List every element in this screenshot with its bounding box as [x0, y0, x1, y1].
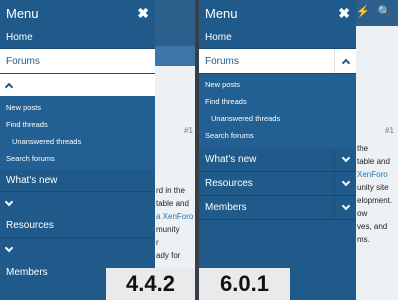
menu-item-label: Home	[205, 31, 232, 43]
post-line: ow	[357, 209, 368, 218]
submenu-item-unanswered-threads[interactable]: Unanswered threads	[0, 133, 155, 150]
chevron-up-icon	[4, 82, 14, 91]
post-number: #1	[385, 126, 394, 135]
submenu-item-search-forums[interactable]: Search forums	[0, 150, 155, 167]
menu-header: Menu ✖	[199, 0, 356, 26]
version-badge-442: 4.4.2	[106, 268, 195, 300]
post-line: table and	[156, 199, 189, 208]
menu-item-home[interactable]: Home	[199, 26, 356, 49]
post-line: elopment.	[357, 196, 393, 205]
menu-item-label: Members	[205, 202, 247, 213]
submenu-item-find-threads[interactable]: Find threads	[199, 93, 356, 110]
forums-collapse-toggle[interactable]	[0, 74, 155, 96]
background-post-text: the table and XenForo unity site elopmen…	[357, 142, 398, 246]
chevron-down-icon	[341, 177, 350, 187]
search-icon[interactable]: 🔍	[378, 5, 392, 18]
post-link[interactable]: XenForo	[357, 168, 398, 181]
submenu-item-search-forums[interactable]: Search forums	[199, 127, 356, 144]
submenu-item-unanswered-threads[interactable]: Unanswered threads	[199, 110, 356, 127]
menu-item-resources[interactable]: Resources	[0, 214, 155, 238]
menu-item-label: Forums	[205, 55, 239, 67]
menu-title: Menu	[6, 5, 39, 21]
post-line: munity	[156, 225, 180, 234]
menu-header: Menu ✖	[0, 0, 155, 26]
menu-item-label: What's new	[205, 154, 257, 165]
menu-item-label: Resources	[205, 178, 253, 189]
menu-item-label: Forums	[6, 55, 40, 67]
version-badge-601: 6.0.1	[199, 268, 290, 300]
menu-item-whats-new[interactable]: What's new	[0, 170, 155, 192]
chevron-down-icon	[4, 243, 14, 252]
post-link[interactable]: a XenForo	[156, 210, 195, 223]
post-line: rd in the	[156, 186, 185, 195]
menu-item-resources[interactable]: Resources	[199, 172, 356, 196]
forums-collapse-toggle[interactable]	[334, 49, 356, 73]
offcanvas-menu-442: Menu ✖ Home Forums New posts Find thread…	[0, 0, 155, 300]
menu-item-members[interactable]: Members	[199, 196, 356, 220]
menu-item-label: Members	[6, 266, 48, 278]
post-line: the	[357, 144, 369, 153]
close-icon[interactable]: ✖	[137, 5, 149, 22]
post-line: table and	[357, 157, 390, 166]
post-number: #1	[184, 126, 193, 135]
whats-new-expand-toggle[interactable]	[0, 192, 155, 214]
background-post-text: rd in the table and a XenForo munity r a…	[156, 184, 195, 262]
menu-title: Menu	[205, 5, 238, 21]
menu-item-label: What's new	[6, 175, 58, 186]
resources-expand-toggle[interactable]	[334, 172, 356, 195]
post-line: ady for	[156, 251, 181, 260]
menu-item-label: Resources	[6, 220, 54, 231]
submenu-item-new-posts[interactable]: New posts	[199, 76, 356, 93]
members-expand-toggle[interactable]	[334, 196, 356, 219]
whats-new-expand-toggle[interactable]	[334, 148, 356, 171]
menu-item-whats-new[interactable]: What's new	[199, 148, 356, 172]
forums-submenu: New posts Find threads Unanswered thread…	[0, 96, 155, 170]
chevron-up-icon	[341, 58, 350, 67]
close-icon[interactable]: ✖	[338, 5, 350, 22]
post-line: ms.	[357, 235, 370, 244]
submenu-item-find-threads[interactable]: Find threads	[0, 116, 155, 133]
post-line: r	[156, 238, 159, 247]
chevron-down-icon	[341, 153, 350, 163]
menu-item-forums[interactable]: Forums	[199, 49, 356, 74]
comparison-stage: #1 rd in the table and a XenForo munity …	[0, 0, 398, 300]
post-line: ves, and	[357, 222, 388, 231]
offcanvas-menu-601: Menu ✖ Home Forums New posts Find thread…	[199, 0, 356, 300]
resources-expand-toggle[interactable]	[0, 238, 155, 260]
header-icons: ⚡ 🔍	[356, 5, 391, 18]
lightning-icon[interactable]: ⚡	[356, 5, 370, 18]
menu-item-label: Home	[6, 31, 33, 43]
post-line: unity site	[357, 183, 389, 192]
chevron-down-icon	[341, 201, 350, 211]
forums-submenu: New posts Find threads Unanswered thread…	[199, 74, 356, 148]
menu-item-home[interactable]: Home	[0, 26, 155, 49]
submenu-item-new-posts[interactable]: New posts	[0, 99, 155, 116]
chevron-down-icon	[4, 197, 14, 206]
menu-item-forums[interactable]: Forums	[0, 49, 155, 74]
